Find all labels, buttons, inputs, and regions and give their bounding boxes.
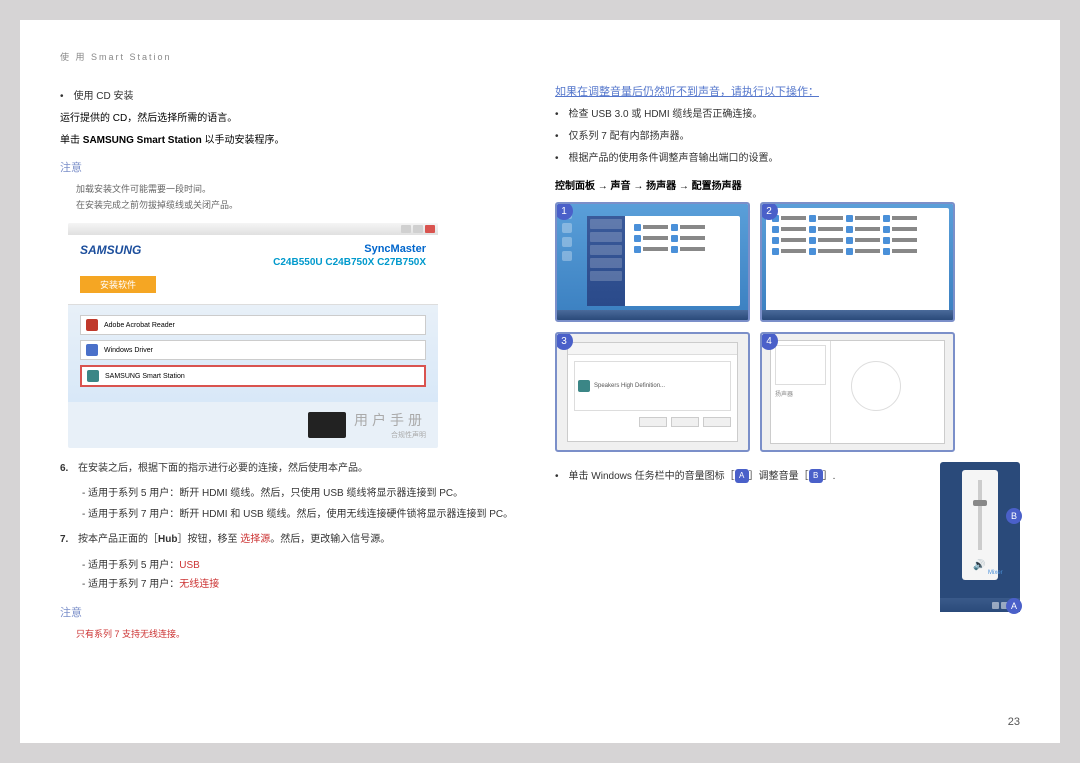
max-icon xyxy=(413,225,423,233)
bullet-check-cable: 检查 USB 3.0 或 HDMI 缆线是否正确连接。 xyxy=(555,107,1020,123)
notice-label-1: 注意 xyxy=(60,159,525,175)
page-header: 使 用 Smart Station xyxy=(60,50,1020,63)
screenshot-step-3: 3 Speakers High Definition... xyxy=(555,332,750,452)
speaker-icon: 🔊 xyxy=(973,560,987,574)
monitor-icon xyxy=(308,412,346,438)
list-item: Adobe Acrobat Reader xyxy=(80,315,426,335)
callout-b: B xyxy=(1006,508,1022,524)
samsung-logo: SAMSUNG xyxy=(80,243,141,257)
callout-a: A xyxy=(1006,598,1022,614)
step-7: 7. 按本产品正面的［Hub］按钮，移至 选择源。然后，更改输入信号源。 xyxy=(60,531,525,548)
document-page: 使 用 Smart Station 使用 CD 安装 运行提供的 CD，然后选择… xyxy=(20,20,1060,743)
pdf-icon xyxy=(86,319,98,331)
notice-1-line-1: 加载安装文件可能需要一段时间。 xyxy=(76,181,525,197)
installer-screenshot: SAMSUNG SyncMaster C24B550U C24B750X C27… xyxy=(68,223,438,448)
step-badge-2: 2 xyxy=(760,202,778,220)
cd-line2: 单击 SAMSUNG Smart Station 以手动安装程序。 xyxy=(60,133,525,149)
volume-instruction: 单击 Windows 任务栏中的音量图标［A］调整音量［B］. xyxy=(555,468,930,486)
compat-label: 合规性声明 xyxy=(354,430,426,440)
min-icon xyxy=(401,225,411,233)
tray-icon xyxy=(992,602,999,609)
list-item-selected: SAMSUNG Smart Station xyxy=(80,365,426,387)
dialog-buttons xyxy=(574,417,731,427)
ok-button xyxy=(639,417,667,427)
apply-button xyxy=(703,417,731,427)
volume-section: 单击 Windows 任务栏中的音量图标［A］调整音量［B］. 🔊 Mixer xyxy=(555,462,1020,612)
screenshot-header: SAMSUNG SyncMaster C24B550U C24B750X C27… xyxy=(68,235,438,305)
mixer-link: Mixer xyxy=(988,570,1003,576)
speaker-list: Speakers High Definition... xyxy=(574,361,731,411)
speaker-icon xyxy=(578,380,590,392)
step-6-sub-2: 适用于系列 7 用户：断开 HDMI 和 USB 缆线。然后，使用无线连接硬件锁… xyxy=(82,506,525,523)
speaker-setup-dialog: 扬声器 xyxy=(770,340,945,444)
nav-path: 控制面板 → 声音 → 扬声器 → 配置扬声器 xyxy=(555,177,1020,192)
step-7-sub-2: - 适用于系列 7 用户：无线连接 xyxy=(82,575,525,590)
volume-screenshot: 🔊 Mixer B A xyxy=(940,462,1020,612)
driver-icon xyxy=(86,344,98,356)
cd-line1: 运行提供的 CD，然后选择所需的语言。 xyxy=(60,111,525,127)
step-7-sub-1: - 适用于系列 5 用户：USB xyxy=(82,556,525,571)
window-titlebar xyxy=(68,223,438,235)
troubleshoot-heading: 如果在调整音量后仍然听不到声音，请执行以下操作： xyxy=(555,83,1020,99)
manual-label: 用户手册 xyxy=(354,410,426,430)
slider-track xyxy=(978,480,982,550)
step-badge-4: 4 xyxy=(760,332,778,350)
control-panel-window xyxy=(587,216,740,306)
taskbar xyxy=(762,310,953,320)
model-numbers: C24B550U C24B750X C27B750X xyxy=(273,257,426,268)
screenshot-step-4: 4 扬声器 xyxy=(760,332,955,452)
page-number: 23 xyxy=(1008,716,1020,728)
badge-a-inline: A xyxy=(735,469,749,483)
left-column: 使用 CD 安装 运行提供的 CD，然后选择所需的语言。 单击 SAMSUNG … xyxy=(60,83,525,643)
screenshot-footer: 用户手册 合规性声明 xyxy=(308,410,426,440)
syncmaster-label: SyncMaster xyxy=(273,243,426,255)
setup-right xyxy=(831,341,944,443)
station-icon xyxy=(87,370,99,382)
speaker-diagram xyxy=(851,361,901,411)
bullet-adjust-output: 根据产品的使用条件调整声音输出端口的设置。 xyxy=(555,151,1020,167)
notice-1-line-2: 在安装完成之前勿拔掉缆线或关闭产品。 xyxy=(76,197,525,213)
desktop-bg xyxy=(557,204,748,320)
notice-label-2: 注意 xyxy=(60,604,525,620)
setup-left: 扬声器 xyxy=(771,341,831,443)
step-badge-1: 1 xyxy=(555,202,573,220)
install-tab: 安装软件 xyxy=(80,276,156,293)
cp-items xyxy=(631,220,736,256)
cp-grid xyxy=(769,211,946,258)
step-badge-3: 3 xyxy=(555,332,573,350)
badge-b-inline: B xyxy=(809,469,823,483)
list-item: Windows Driver xyxy=(80,340,426,360)
cp-all-items xyxy=(766,208,949,316)
cancel-button xyxy=(671,417,699,427)
screenshot-step-2: 2 xyxy=(760,202,955,322)
screenshot-step-1: 1 xyxy=(555,202,750,322)
bullet-series7: 仅系列 7 配有内部扬声器。 xyxy=(555,129,1020,145)
slider-thumb xyxy=(973,500,987,506)
sidebar xyxy=(587,216,625,306)
screenshot-grid: 1 2 xyxy=(555,202,1020,452)
volume-popup: 🔊 Mixer xyxy=(962,470,998,580)
dialog-tabs xyxy=(568,343,737,355)
taskbar xyxy=(557,310,748,320)
sound-dialog: Speakers High Definition... xyxy=(567,342,738,442)
step-6: 6.在安装之后，根据下面的指示进行必要的连接，然后使用本产品。 xyxy=(60,460,525,477)
right-column: 如果在调整音量后仍然听不到声音，请执行以下操作： 检查 USB 3.0 或 HD… xyxy=(555,83,1020,643)
bullet-cd-install: 使用 CD 安装 xyxy=(60,89,525,105)
desktop-bg xyxy=(762,204,953,320)
step-6-sub-1: 适用于系列 5 用户：断开 HDMI 缆线。然后，只使用 USB 缆线将显示器连… xyxy=(82,485,525,502)
screenshot-body: Adobe Acrobat Reader Windows Driver SAMS… xyxy=(68,305,438,402)
content-columns: 使用 CD 安装 运行提供的 CD，然后选择所需的语言。 单击 SAMSUNG … xyxy=(60,83,1020,643)
close-icon xyxy=(425,225,435,233)
notice-2-body: 只有系列 7 支持无线连接。 xyxy=(76,626,525,642)
